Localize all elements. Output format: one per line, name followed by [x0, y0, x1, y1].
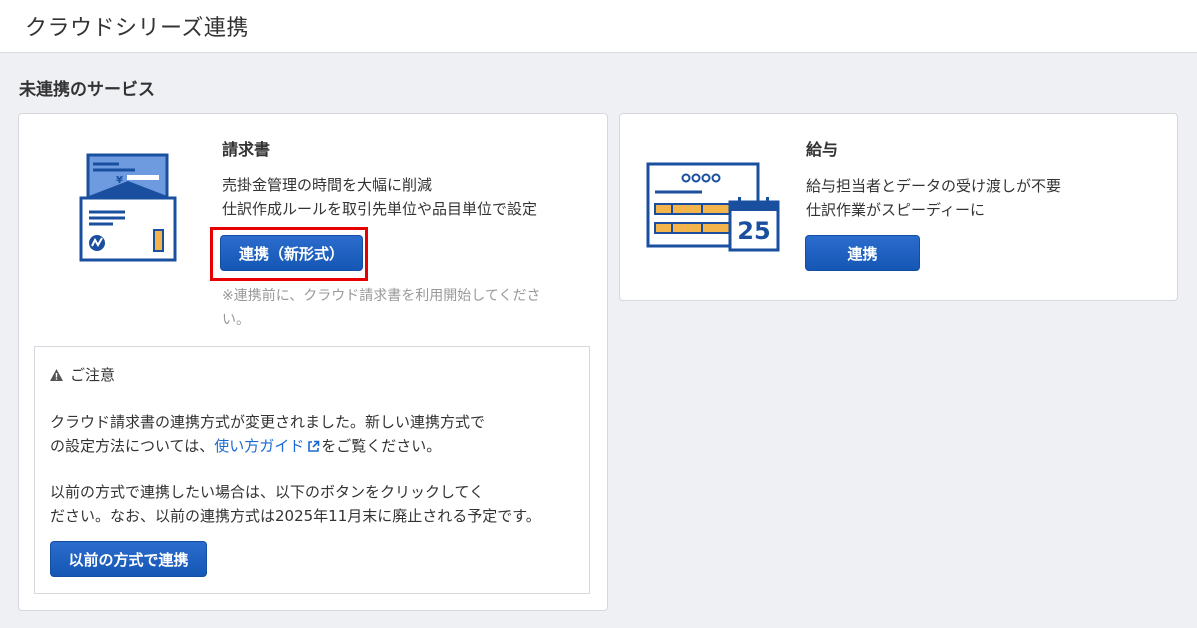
section-title: 未連携のサービス — [19, 80, 155, 100]
caution-p1-line1: クラウド請求書の連携方式が変更されました。新しい連携方式で — [50, 413, 486, 431]
caution-p2-line1: 以前の方式で連携したい場合は、以下のボタンをクリックしてく — [50, 483, 485, 501]
calendar-day: 25 — [737, 217, 770, 245]
invoice-service-name: 請求書 — [222, 140, 271, 159]
caution-paragraph-2: 以前の方式で連携したい場合は、以下のボタンをクリックしてく ださい。なお、以前の… — [50, 480, 580, 528]
caution-p1-line2: の設定方法については、使い方ガイド をご覧ください。 — [50, 434, 580, 458]
invoice-desc-line2: 仕訳作成ルールを取引先単位や品目単位で設定 — [222, 200, 538, 218]
caution-header: ご注意 — [49, 364, 115, 385]
usage-guide-link[interactable]: 使い方ガイド — [214, 437, 304, 455]
legacy-connect-button[interactable]: 以前の方式で連携 — [50, 541, 207, 577]
payroll-description: 給与担当者とデータの受け渡しが不要 仕訳作業がスピーディーに — [806, 174, 1061, 222]
invoice-envelope-icon: ¥ — [79, 153, 177, 262]
caution-p1-line2-post: をご覧ください。 — [321, 437, 442, 455]
invoice-desc-line1: 売掛金管理の時間を大幅に削減 — [222, 176, 433, 194]
invoice-note-line1: ※連携前に、クラウド請求書を利用開始してくださ — [222, 288, 541, 304]
caution-title: ご注意 — [70, 366, 116, 384]
payroll-card: 25 給与 給与担当者とデータの受け渡しが不要 仕訳作業がスピーディーに 連携 — [619, 113, 1178, 301]
caution-p1-line2-pre: の設定方法については、 — [50, 437, 215, 455]
invoice-note: ※連携前に、クラウド請求書を利用開始してくださ い。 — [222, 284, 540, 332]
payroll-service-name: 給与 — [806, 140, 839, 159]
invoice-card: ¥ 請求書 売掛金管理の時間を大幅に削減 仕訳作成ルールを取引先単位や品目単位で… — [18, 113, 608, 611]
external-link-icon[interactable] — [307, 440, 320, 453]
warning-icon — [50, 368, 63, 381]
connect-new-format-button[interactable]: 連携（新形式） — [220, 235, 363, 271]
invoice-description: 売掛金管理の時間を大幅に削減 仕訳作成ルールを取引先単位や品目単位で設定 — [222, 173, 537, 221]
caution-p2-line2: ださい。なお、以前の連携方式は2025年11月末に廃止される予定です。 — [50, 507, 541, 525]
payroll-desc-line1: 給与担当者とデータの受け渡しが不要 — [806, 177, 1062, 195]
invoice-note-line2: い。 — [222, 312, 250, 328]
payroll-calendar-icon: 25 — [646, 162, 780, 252]
payroll-desc-line2: 仕訳作業がスピーディーに — [806, 201, 985, 219]
page-header: クラウドシリーズ連携 — [0, 0, 1197, 53]
caution-box: ご注意 クラウド請求書の連携方式が変更されました。新しい連携方式で の設定方法に… — [34, 346, 590, 594]
caution-paragraph-1: クラウド請求書の連携方式が変更されました。新しい連携方式で の設定方法については… — [50, 410, 580, 458]
payroll-connect-button[interactable]: 連携 — [805, 235, 920, 271]
page-title: クラウドシリーズ連携 — [25, 16, 249, 41]
